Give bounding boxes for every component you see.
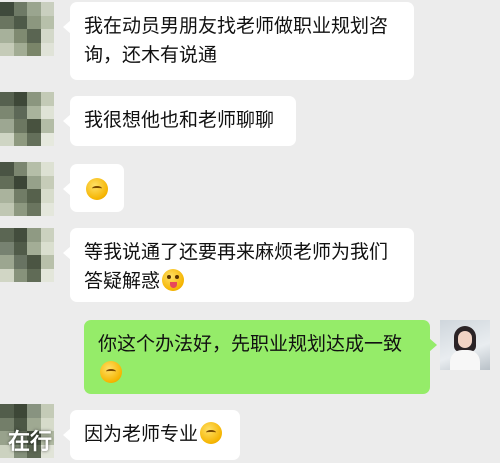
message-text: 我在动员男朋友找老师做职业规划咨询，还木有说通 <box>84 15 389 66</box>
thinking-emoji-icon <box>100 361 122 383</box>
message-bubble[interactable]: 等我说通了还要再来麻烦老师为我们答疑解惑 <box>63 228 414 302</box>
avatar[interactable] <box>0 92 54 146</box>
avatar[interactable] <box>0 228 54 282</box>
message-text: 我很想他也和老师聊聊 <box>84 109 275 131</box>
thinking-emoji-icon <box>86 178 108 200</box>
avatar-body <box>450 350 480 370</box>
watermark: 在行 <box>8 430 53 455</box>
message-bubble[interactable]: 我很想他也和老师聊聊 <box>63 96 296 146</box>
message-text: 你这个办法好，先职业规划达成一致 <box>98 333 403 355</box>
message-text: 因为老师专业 <box>84 423 199 445</box>
thinking-emoji-icon <box>200 422 223 444</box>
outgoing-message-bubble[interactable]: 你这个办法好，先职业规划达成一致 <box>84 320 437 394</box>
message-text: 等我说通了还要再来麻烦老师为我们答疑解惑 <box>84 241 389 292</box>
message-bubble[interactable]: 我在动员男朋友找老师做职业规划咨询，还木有说通 <box>63 2 414 80</box>
message-bubble[interactable] <box>63 164 124 212</box>
message-bubble[interactable]: 因为老师专业 <box>63 410 240 460</box>
avatar[interactable] <box>0 162 54 216</box>
self-avatar[interactable] <box>440 320 490 370</box>
tongue-wink-emoji-icon <box>162 269 185 291</box>
avatar[interactable] <box>0 2 54 56</box>
avatar-face <box>458 331 472 348</box>
